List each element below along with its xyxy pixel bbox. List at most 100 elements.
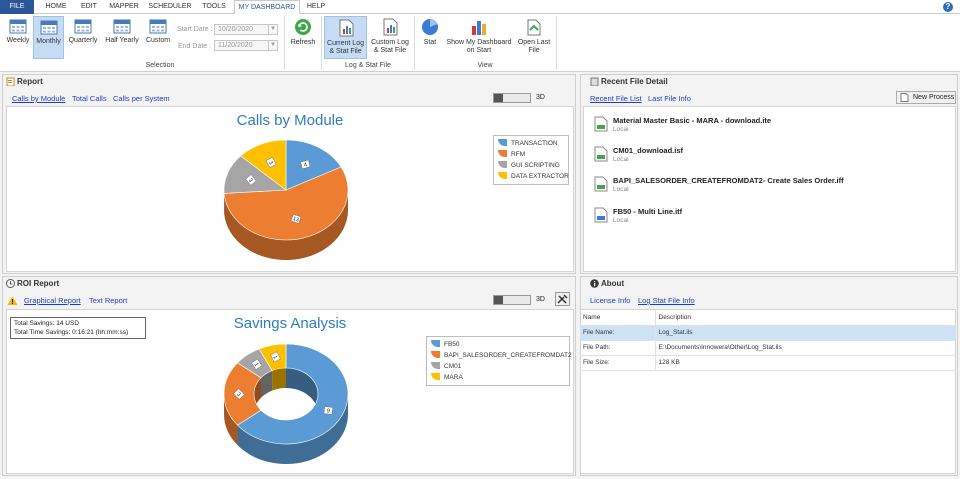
calendar-icon <box>9 19 27 34</box>
selection-group-label: Selection <box>145 62 175 69</box>
column-header-description: Description <box>655 310 956 326</box>
tab-edit[interactable]: EDIT <box>74 0 104 14</box>
weekly-button[interactable]: Weekly <box>4 18 32 58</box>
tab-tools[interactable]: TOOLS <box>196 0 232 14</box>
ribbon-divider <box>556 16 557 70</box>
recent-file-list-link[interactable]: Recent File List <box>590 94 642 103</box>
recent-file-item[interactable]: Material Master Basic - MARA - download.… <box>594 114 954 140</box>
new-process-button[interactable]: New Process <box>896 91 956 104</box>
legend-swatch <box>498 161 507 168</box>
legend-swatch <box>498 150 507 157</box>
settings-button[interactable] <box>555 292 570 306</box>
legend-item: TRANSACTION <box>498 138 564 149</box>
table-row[interactable]: File Path: E:\Documents\Innowera\Other\Lo… <box>580 340 956 356</box>
calls-per-system-link[interactable]: Calls per System <box>113 94 170 103</box>
custom-log-stat-button[interactable]: Custom Log & Stat File <box>369 18 411 58</box>
help-icon[interactable]: ? <box>943 2 953 12</box>
legend-item: BAPI_SALESORDER_CREATEFROMDAT2 <box>431 350 572 361</box>
row-name: File Name: <box>580 325 656 341</box>
roi-icon <box>6 279 15 288</box>
last-file-info-link[interactable]: Last File Info <box>648 94 691 103</box>
total-time-savings-text: Total Time Savings: 0:16:21 (hh:mm:ss) <box>14 329 129 336</box>
stat-button[interactable]: Stat <box>417 18 443 58</box>
open-last-file-button[interactable]: Open Last File <box>515 18 553 58</box>
half-yearly-button[interactable]: Half Yearly <box>103 18 141 58</box>
file-location: Local <box>613 156 629 163</box>
recent-file-item[interactable]: CM01_download.isf Local <box>594 144 954 170</box>
file-name: CM01_download.isf <box>613 146 684 155</box>
tab-home[interactable]: HOME <box>38 0 74 14</box>
custom-button[interactable]: Custom <box>144 18 172 58</box>
file-location: Local <box>613 186 629 193</box>
chevron-down-icon[interactable]: ▼ <box>268 25 277 34</box>
file-menu[interactable]: FILE <box>0 0 34 14</box>
total-savings-text: Total Savings: 14 USD <box>14 320 80 327</box>
recent-file-icon <box>590 77 599 86</box>
total-calls-link[interactable]: Total Calls <box>72 94 107 103</box>
about-title: About <box>601 279 625 288</box>
roi-chart-title: Savings Analysis <box>233 315 347 332</box>
calls-by-module-pie-chart: 41333 <box>223 139 349 260</box>
open-file-icon <box>527 19 541 36</box>
quarterly-button[interactable]: Quarterly <box>67 18 99 58</box>
tab-scheduler[interactable]: SCHEDULER <box>144 0 196 14</box>
roi-3d-toggle[interactable] <box>493 295 531 305</box>
file-name: Material Master Basic - MARA - download.… <box>613 116 772 125</box>
ribbon-divider <box>321 16 322 70</box>
column-header-name: Name <box>580 310 656 326</box>
tab-help[interactable]: HELP <box>300 0 332 14</box>
report-3d-toggle[interactable] <box>493 93 531 103</box>
calendar-icon <box>113 19 131 34</box>
tab-mapper[interactable]: MAPPER <box>104 0 144 14</box>
calls-by-module-link[interactable]: Calls by Module <box>12 94 65 103</box>
file-name: BAPI_SALESORDER_CREATEFROMDAT2- Create S… <box>613 176 844 185</box>
show-dashboard-on-start-button[interactable]: Show My Dashboard on Start <box>446 18 512 58</box>
monthly-label: Monthly <box>36 38 61 45</box>
report-icon <box>6 77 15 86</box>
savings-analysis-doughnut-chart: 9311 <box>223 343 349 464</box>
end-date-picker[interactable]: 11/20/2020 ▼ <box>214 40 278 51</box>
chevron-down-icon[interactable]: ▼ <box>268 41 277 50</box>
graphical-report-link[interactable]: Graphical Report <box>24 296 81 305</box>
text-report-link[interactable]: Text Report <box>89 296 127 305</box>
recent-file-item[interactable]: BAPI_SALESORDER_CREATEFROMDAT2- Create S… <box>594 174 954 200</box>
calendar-icon <box>40 20 57 35</box>
legend-item: GUI SCRIPTING <box>498 160 564 171</box>
custom-log-line1: Custom Log <box>371 39 409 46</box>
recent-file-item[interactable]: FB50 - Multi Line.itf Local <box>594 205 954 231</box>
current-log-stat-button[interactable]: Current Log & Stat File <box>324 16 367 59</box>
file-name: FB50 - Multi Line.itf <box>613 207 683 216</box>
license-info-link[interactable]: License Info <box>590 296 630 305</box>
toggle-knob <box>494 94 503 102</box>
legend-label: TRANSACTION <box>511 140 558 147</box>
legend-swatch <box>498 172 507 179</box>
refresh-button[interactable]: Refresh <box>288 18 318 58</box>
new-process-label: New Process <box>913 94 955 101</box>
recent-file-list: Material Master Basic - MARA - download.… <box>583 106 956 272</box>
log-stat-file-info-link[interactable]: Log Stat File Info <box>638 296 695 305</box>
legend-label: GUI SCRIPTING <box>511 162 560 169</box>
recent-file-title: Recent File Detail <box>601 77 668 86</box>
bar-chart-icon <box>472 21 486 35</box>
table-row[interactable]: File Size: 128 KB <box>580 355 956 371</box>
start-date-picker[interactable]: 10/20/2020 ▼ <box>214 24 278 35</box>
legend-swatch <box>431 373 440 380</box>
about-table: Name Description File Name: Log_Stat.ils F… <box>580 310 956 371</box>
legend-label: CM01 <box>444 363 462 370</box>
quarterly-label: Quarterly <box>68 37 98 44</box>
file-icon <box>594 207 608 223</box>
legend-item: MARA <box>431 372 565 383</box>
row-description: 128 KB <box>655 355 956 371</box>
file-icon <box>594 176 608 192</box>
tab-my-dashboard[interactable]: MY DASHBOARD <box>234 0 300 15</box>
table-row[interactable]: File Name: Log_Stat.ils <box>580 325 956 341</box>
document-chart-icon <box>339 19 353 37</box>
file-icon <box>594 116 608 132</box>
savings-summary-box: Total Savings: 14 USD Total Time Savings… <box>10 317 146 339</box>
end-date-value: 11/20/2020 <box>218 42 253 49</box>
custom-label: Custom <box>145 37 171 44</box>
refresh-icon <box>295 19 311 35</box>
ribbon-divider <box>284 16 285 70</box>
tools-icon <box>557 294 568 304</box>
monthly-button[interactable]: Monthly <box>33 16 64 59</box>
